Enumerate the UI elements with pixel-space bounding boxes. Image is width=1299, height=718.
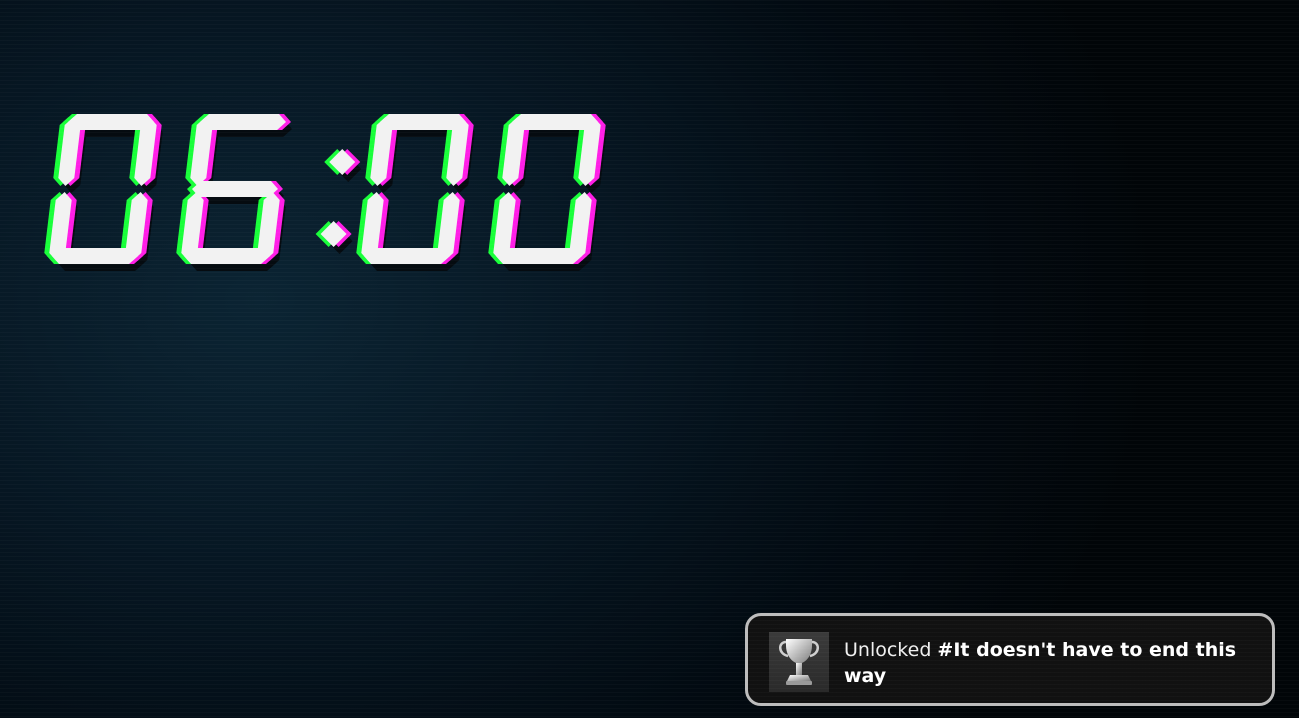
- digit-segment-a: [200, 114, 286, 130]
- clock-digits: [44, 114, 607, 271]
- trophy-icon: [769, 632, 829, 692]
- digit-segment-d: [184, 248, 270, 264]
- digital-clock: [40, 100, 640, 290]
- game-screen: Unlocked #It doesn't have to end this wa…: [0, 0, 1299, 718]
- achievement-prefix: Unlocked: [844, 639, 932, 661]
- achievement-message: Unlocked #It doesn't have to end this wa…: [844, 637, 1244, 689]
- achievement-toast: Unlocked #It doesn't have to end this wa…: [745, 613, 1275, 706]
- digit-segment-g: [192, 181, 278, 197]
